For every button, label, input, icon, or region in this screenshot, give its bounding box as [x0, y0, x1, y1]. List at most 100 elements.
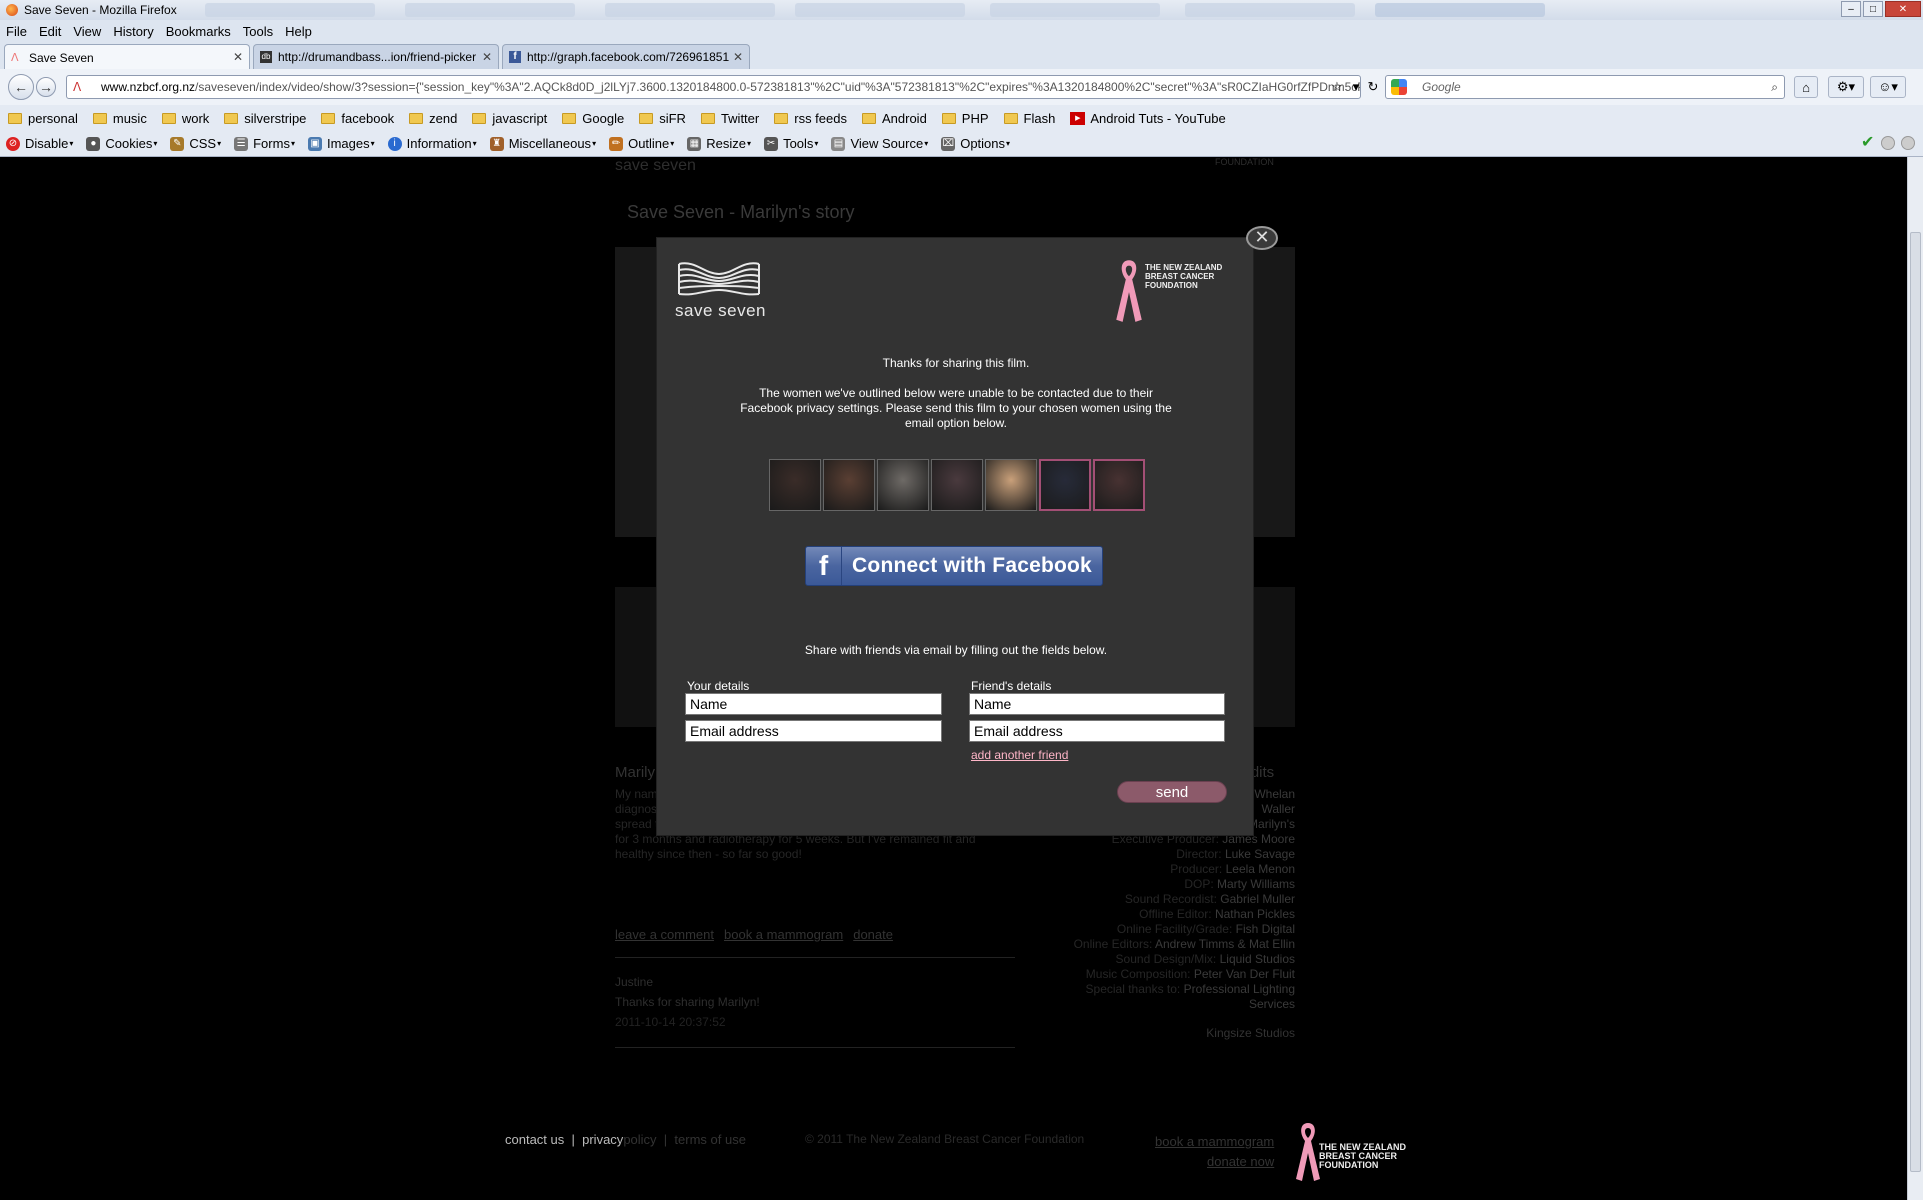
your-email-input[interactable]: Email address: [685, 720, 942, 742]
valid-check-icon[interactable]: ✔: [1861, 135, 1875, 151]
dev-resize-menu[interactable]: ▦ Resize ▾: [687, 136, 751, 151]
book-mammogram-footer-link[interactable]: book a mammogram: [1155, 1132, 1274, 1152]
css-status-icon[interactable]: [1881, 136, 1895, 150]
home-icon[interactable]: ⌂: [1794, 76, 1818, 98]
close-tab-icon[interactable]: ✕: [233, 50, 243, 64]
search-input[interactable]: Google ⌕: [1385, 75, 1785, 99]
your-name-input[interactable]: Name: [685, 693, 942, 715]
tab-friend-picker[interactable]: db http://drumandbass...ion/friend-picke…: [253, 44, 499, 69]
dev-cookies-menu[interactable]: ● Cookies ▾: [86, 136, 157, 151]
bookmark-folder[interactable]: rss feeds: [774, 111, 847, 126]
friend-photo[interactable]: [769, 459, 821, 511]
donate-now-link[interactable]: donate now: [1155, 1152, 1274, 1172]
url-dropdown-icon[interactable]: ▾: [1349, 76, 1363, 98]
bookmark-label: Google: [582, 110, 625, 126]
dev-forms-menu[interactable]: ☰ Forms ▾: [234, 136, 295, 151]
bookmark-folder[interactable]: work: [161, 111, 209, 126]
tab-graph-facebook[interactable]: f http://graph.facebook.com/726961851 ✕: [502, 44, 750, 69]
background-window-tab[interactable]: [1375, 3, 1545, 17]
terms-link[interactable]: terms of use: [674, 1132, 746, 1147]
friend-photo[interactable]: [877, 459, 929, 511]
addon-icon[interactable]: ⚙▾: [1828, 76, 1864, 98]
dev-css-menu[interactable]: ✎ CSS ▾: [170, 136, 221, 151]
leave-comment-link[interactable]: leave a comment: [615, 927, 714, 942]
dev-tools-menu[interactable]: ✂ Tools ▾: [764, 136, 818, 151]
bookmark-youtube[interactable]: ▶ Android Tuts - YouTube: [1070, 111, 1226, 126]
reload-icon[interactable]: ↻: [1363, 76, 1383, 98]
menu-tools[interactable]: Tools: [243, 24, 273, 39]
credit-role: Director:: [1176, 847, 1222, 861]
scrollbar-thumb[interactable]: [1910, 232, 1921, 1172]
dev-options-menu[interactable]: ⌧ Options ▾: [941, 136, 1010, 151]
forward-button[interactable]: →: [36, 77, 56, 97]
back-button[interactable]: ←: [8, 74, 34, 100]
bookmark-label: javascript: [492, 110, 548, 126]
book-mammogram-link[interactable]: book a mammogram: [724, 927, 843, 942]
friend-photo[interactable]: [823, 459, 875, 511]
background-window-tab[interactable]: [205, 3, 375, 17]
search-icon[interactable]: ⌕: [1771, 76, 1778, 98]
background-window-tab[interactable]: [795, 3, 965, 17]
privacy-link[interactable]: privacy: [582, 1132, 623, 1147]
background-window-tab[interactable]: [605, 3, 775, 17]
bookmark-folder[interactable]: silverstripe: [224, 111, 306, 126]
web-developer-toolbar: ⊘ Disable ▾ ● Cookies ▾ ✎ CSS ▾ ☰ Forms ▾ ▣ Image…: [0, 131, 1923, 157]
close-tab-icon[interactable]: ✕: [482, 50, 492, 64]
bookmark-folder[interactable]: personal: [8, 111, 78, 126]
close-tab-icon[interactable]: ✕: [733, 50, 743, 64]
dev-outline-menu[interactable]: ✏ Outline ▾: [609, 136, 674, 151]
page-scrollbar[interactable]: [1907, 157, 1923, 1200]
url-bar[interactable]: ᐱ www.nzbcf.org.nz/saveseven/index/video…: [66, 75, 1361, 99]
friend-photo[interactable]: [931, 459, 983, 511]
bookmark-folder[interactable]: Google: [562, 111, 624, 126]
menu-history[interactable]: History: [113, 24, 153, 39]
friend-photo[interactable]: [1093, 459, 1145, 511]
bookmark-star-icon[interactable]: ☆: [1329, 76, 1345, 98]
friend-email-input[interactable]: Email address: [969, 720, 1225, 742]
close-window-button[interactable]: ✕: [1885, 1, 1921, 17]
folder-icon: [8, 112, 22, 124]
background-window-tab[interactable]: [990, 3, 1160, 17]
background-window-tab[interactable]: [405, 3, 575, 17]
folder-icon: [774, 112, 789, 124]
dev-images-menu[interactable]: ▣ Images ▾: [307, 136, 375, 151]
dev-disable-menu[interactable]: ⊘ Disable ▾: [6, 136, 73, 151]
bookmark-folder[interactable]: Twitter: [700, 111, 759, 126]
js-status-icon[interactable]: [1901, 136, 1915, 150]
dev-status-icons: ✔: [1861, 135, 1915, 151]
disable-icon: ⊘: [6, 136, 20, 151]
modal-close-button[interactable]: ✕: [1246, 226, 1278, 250]
bookmark-folder[interactable]: Flash: [1003, 111, 1055, 126]
images-icon: ▣: [307, 136, 322, 151]
bookmark-folder[interactable]: facebook: [321, 111, 394, 126]
maximize-button[interactable]: □: [1863, 1, 1883, 17]
dev-view-source-menu[interactable]: ▤ View Source ▾: [831, 136, 928, 151]
folder-icon: [639, 112, 654, 124]
menu-help[interactable]: Help: [285, 24, 312, 39]
friend-photo[interactable]: [1039, 459, 1091, 511]
tab-label: http://graph.facebook.com/726961851: [527, 50, 730, 64]
minimize-button[interactable]: –: [1841, 1, 1861, 17]
tab-save-seven[interactable]: ᐱ Save Seven ✕: [4, 44, 250, 70]
menu-view[interactable]: View: [73, 24, 101, 39]
dev-information-menu[interactable]: i Information ▾: [387, 136, 477, 151]
add-another-friend-link[interactable]: add another friend: [971, 748, 1068, 762]
donate-link[interactable]: donate: [853, 927, 893, 942]
background-window-tab[interactable]: [1185, 3, 1355, 17]
menu-file[interactable]: File: [6, 24, 27, 39]
menu-edit[interactable]: Edit: [39, 24, 61, 39]
contact-link[interactable]: contact us: [505, 1132, 564, 1147]
send-button[interactable]: send: [1117, 781, 1227, 803]
bookmark-folder[interactable]: zend: [409, 111, 457, 126]
bookmark-folder[interactable]: PHP: [941, 111, 989, 126]
bookmark-folder[interactable]: Android: [861, 111, 927, 126]
bookmark-folder[interactable]: siFR: [639, 111, 686, 126]
dev-miscellaneous-menu[interactable]: ♜ Miscellaneous ▾: [489, 136, 596, 151]
bookmark-folder[interactable]: javascript: [472, 111, 547, 126]
bookmark-folder[interactable]: music: [92, 111, 147, 126]
greasemonkey-icon[interactable]: ☺▾: [1870, 76, 1906, 98]
connect-facebook-button[interactable]: f Connect with Facebook: [805, 546, 1103, 586]
menu-bookmarks[interactable]: Bookmarks: [166, 24, 231, 39]
friend-photo[interactable]: [985, 459, 1037, 511]
friend-name-input[interactable]: Name: [969, 693, 1225, 715]
